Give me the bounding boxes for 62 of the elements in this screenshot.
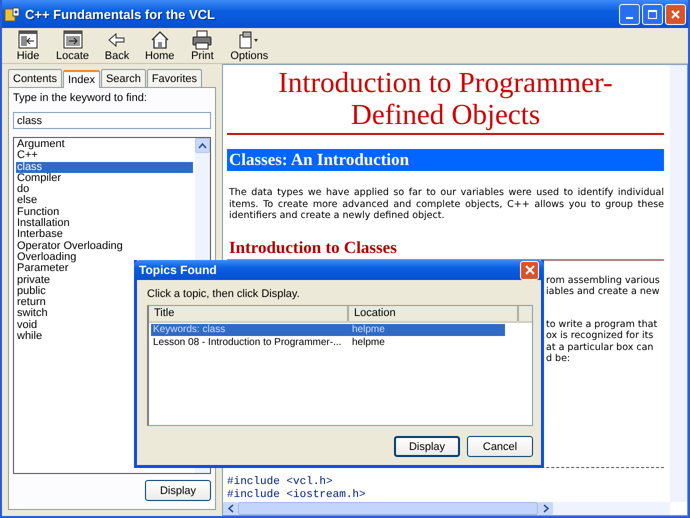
toolbar-button[interactable]: Print — [184, 30, 220, 62]
table-cell: helpme — [352, 324, 385, 336]
maximize-icon — [648, 10, 657, 18]
house-icon — [150, 30, 170, 50]
display-button[interactable]: Display — [145, 480, 211, 501]
paragraph-fragment: to write a program that — [546, 318, 658, 330]
maximize-button[interactable] — [642, 4, 663, 24]
list-item[interactable]: else — [16, 195, 193, 207]
paragraph-fragment: iables and create a new — [546, 286, 660, 298]
tab[interactable]: Contents — [8, 69, 62, 87]
list-item[interactable]: Overloading — [16, 252, 193, 264]
cancel-button[interactable]: Cancel — [467, 436, 533, 457]
code-line: #include <iostream.h> — [227, 489, 367, 502]
close-icon — [524, 265, 534, 275]
paragraph-fragment: d be: — [546, 353, 572, 364]
toolbar-button[interactable]: Home — [141, 30, 178, 62]
paragraph-fragment: at a particular box can — [546, 342, 654, 353]
window-panes-icon — [62, 30, 83, 50]
paragraph-fragment: ox is recognized for its — [546, 330, 654, 342]
printer-icon — [192, 30, 212, 50]
display-button[interactable]: Display — [394, 436, 460, 457]
paragraph-fragment: rom assembling various — [546, 274, 661, 286]
tab[interactable]: Index — [63, 70, 100, 88]
instruction-text: Click a topic, then click Display. — [147, 288, 301, 302]
list-item[interactable]: Compiler — [16, 172, 193, 184]
subheading: Introduction to Classes — [228, 238, 398, 258]
toolbar-button[interactable]: Hide — [10, 30, 46, 62]
list-item[interactable]: Function — [16, 206, 193, 218]
tab[interactable]: Search — [100, 69, 146, 87]
list-row[interactable]: Keywords: class helpme — [151, 324, 505, 336]
close-icon — [671, 10, 680, 18]
list-row[interactable]: Lesson 08 - Introduction to Programmer-... helpme — [151, 337, 505, 349]
dialog-title: Topics Found — [139, 263, 217, 277]
list-item[interactable]: Installation — [16, 218, 193, 230]
minimize-icon — [626, 17, 633, 19]
close-button[interactable] — [520, 260, 539, 280]
toolbar-button[interactable]: Back — [99, 30, 136, 62]
options-icon — [238, 30, 260, 50]
list-item[interactable]: Argument — [16, 139, 193, 150]
list-item[interactable]: Operator Overloading — [16, 240, 193, 252]
column-header[interactable]: Title — [149, 306, 349, 321]
toolbar-button[interactable]: Locate — [52, 30, 94, 62]
section-heading: Classes: An Introduction — [227, 149, 664, 171]
table-cell: helpme — [352, 337, 385, 349]
paragraph: The data types we have applied so far to our variables were used to identify individual items. To create more advanced and complete objects, C++ allows you to group these identifiers and create a newly defined object. — [229, 187, 664, 222]
window-title: C++ Fundamentals for the VCL — [25, 6, 215, 22]
close-button[interactable] — [665, 4, 686, 24]
list-item[interactable]: Interbase — [16, 229, 193, 241]
list-item[interactable]: C++ — [16, 150, 193, 162]
table-cell-text: Keywords: class — [152, 324, 226, 336]
code-line: #include <vcl.h> — [227, 476, 334, 489]
column-header[interactable]: Location — [349, 306, 519, 321]
keyword-field[interactable]: class — [13, 112, 211, 129]
table-cell-text: Lesson 08 - Introduction to Programmer-... — [152, 337, 342, 349]
tab[interactable]: Favorites — [146, 69, 202, 87]
minimize-button[interactable] — [619, 4, 640, 24]
window-panes-icon — [18, 30, 38, 50]
page-heading: Introduction to Programmer-Defined Objects — [277, 66, 614, 131]
field-label: Type in the keyword to find: — [13, 92, 148, 106]
toolbar-button[interactable]: Options — [226, 30, 272, 62]
list-item[interactable]: class — [16, 162, 193, 173]
list-item[interactable]: do — [16, 184, 193, 196]
